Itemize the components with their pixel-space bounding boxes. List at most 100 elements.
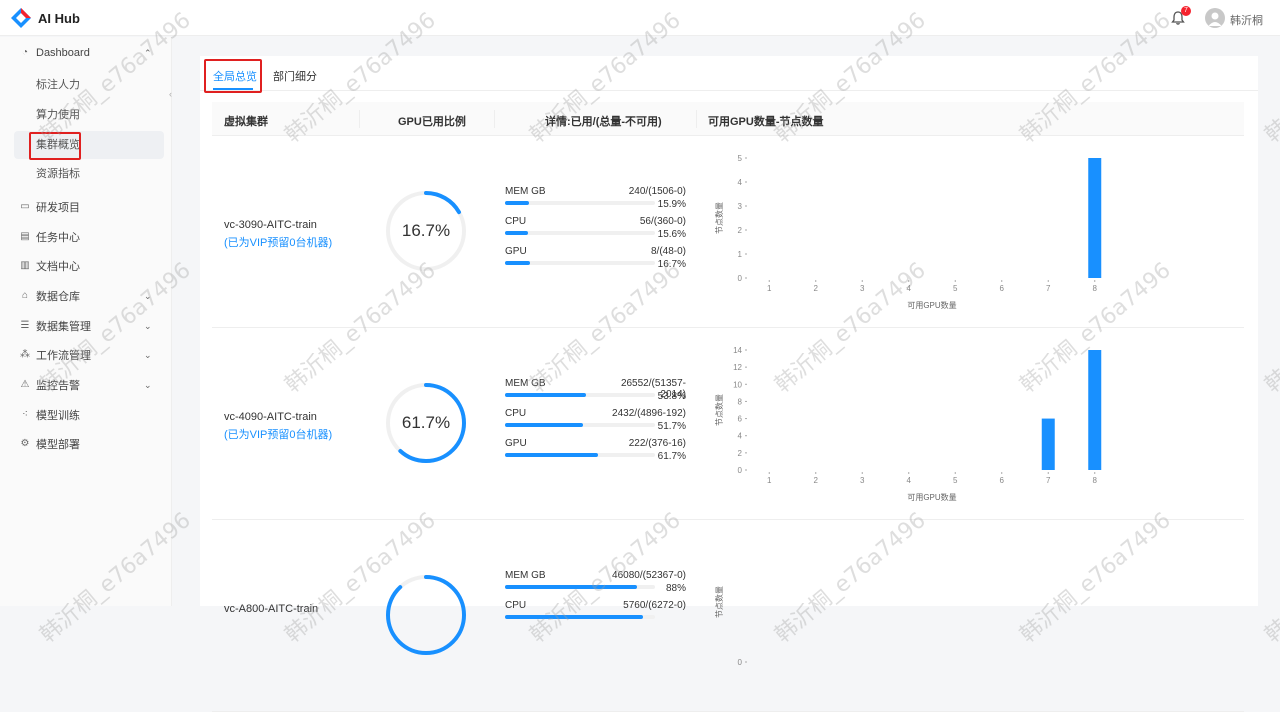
metric-progress-bar	[505, 615, 655, 619]
alert-icon: ⚠	[20, 379, 30, 390]
chart-xlabel: 可用GPU数量	[907, 300, 956, 310]
cluster-vip-note[interactable]: (已为VIP预留0台机器)	[224, 234, 332, 250]
sidebar-item-0[interactable]: ▭ 研发项目	[0, 194, 172, 220]
metric-progress-fill	[505, 453, 598, 457]
metric-progress-bar	[505, 201, 655, 205]
x-tick-label: 3	[860, 476, 865, 485]
y-tick-label: 12	[733, 363, 742, 372]
y-tick-label: 0	[738, 466, 743, 475]
x-tick-label: 2	[814, 476, 819, 485]
app-title: AI Hub	[38, 10, 80, 26]
chevron-down-icon: ⌄	[144, 379, 152, 390]
sidebar-item-label: 监控告警	[36, 380, 80, 392]
column-separator	[359, 110, 360, 128]
sidebar-item-7[interactable]: ⁖ 模型训练	[0, 402, 172, 428]
table-row: vc-4090-AITC-train (已为VIP预留0台机器) 61.7% MEM …	[212, 329, 1244, 520]
gpu-node-bar-chart: 节点数量024681012141 2 3 4 5 6 7 8可用GPU数量	[714, 346, 1102, 502]
y-tick-label: 5	[738, 154, 743, 163]
document-icon: ▥	[20, 260, 30, 271]
sidebar-item-label: 模型部署	[36, 439, 80, 451]
metric-progress-fill	[505, 615, 643, 619]
y-tick-label: 1	[738, 250, 743, 259]
chevron-up-icon: ⌃	[144, 47, 152, 58]
chevron-down-icon: ⌄	[144, 290, 152, 301]
user-avatar[interactable]	[1205, 8, 1225, 28]
column-header-details: 详情:已用/(总量-不可用)	[545, 116, 662, 128]
x-tick-label: 7	[1046, 284, 1051, 293]
table-header: 虚拟集群 GPU已用比例 详情:已用/(总量-不可用) 可用GPU数量-节点数量	[212, 102, 1244, 136]
metric-progress-fill	[505, 585, 637, 589]
sidebar-item-5[interactable]: ⁂ 工作流管理 ⌄	[0, 342, 172, 368]
metric-name: GPU	[505, 246, 527, 257]
y-tick-label: 6	[738, 415, 743, 424]
metric-name: CPU	[505, 408, 527, 419]
metric-value: 56/(360-0)	[639, 216, 686, 227]
sidebar-item-6[interactable]: ⚠ 监控告警 ⌄	[0, 372, 172, 398]
metric-percent: 61.7%	[657, 451, 686, 462]
y-tick-label: 0	[738, 274, 743, 283]
x-tick-label: 4	[907, 476, 912, 485]
sidebar-subitem-resource-metrics[interactable]: 资源指标	[36, 164, 80, 184]
metric-progress-bar	[505, 393, 655, 397]
metric-name: MEM GB	[505, 378, 546, 389]
sidebar-item-3[interactable]: ⌂ 数据仓库 ⌄	[0, 283, 172, 309]
y-tick-label: 4	[738, 432, 743, 441]
tab-department-breakdown[interactable]: 部门细分	[273, 68, 317, 84]
metric-progress-bar	[505, 261, 655, 265]
gpu-ratio-donut	[386, 575, 466, 655]
dashboard-gauge-icon: ◔	[21, 47, 29, 58]
app-logo[interactable]: AI Hub	[10, 7, 80, 29]
sidebar-collapse-chevron-icon[interactable]: ‹	[169, 89, 172, 99]
chart-ylabel: 节点数量	[714, 202, 724, 234]
metric-name: MEM GB	[505, 570, 546, 581]
metric-value: 46080/(52367-0)	[612, 570, 686, 581]
table-row: vc-3090-AITC-train (已为VIP预留0台机器) 16.7% MEM …	[212, 137, 1244, 328]
sidebar-item-8[interactable]: ⚙ 模型部署	[0, 431, 172, 457]
y-tick-label: 10	[733, 380, 742, 389]
gpu-node-bar-chart: 节点数量 0	[714, 586, 747, 667]
metric-progress-fill	[505, 201, 529, 205]
sidebar-subitem-labeling[interactable]: 标注人力	[36, 75, 80, 95]
column-separator	[696, 110, 697, 128]
model-deploy-icon: ⚙	[20, 438, 30, 449]
gpu-ratio-value: 61.7%	[401, 413, 451, 432]
user-avatar-icon	[1208, 12, 1222, 26]
x-tick-label: 8	[1093, 284, 1098, 293]
cluster-vip-note[interactable]: (已为VIP预留0台机器)	[224, 426, 332, 442]
model-train-icon: ⁖	[22, 409, 28, 420]
y-tick-label: 8	[738, 397, 743, 406]
metric-progress-fill	[505, 393, 586, 397]
x-tick-label: 1	[767, 284, 772, 293]
metric-value: 2432/(4896-192)	[612, 408, 686, 419]
metric-progress-fill	[505, 231, 529, 235]
sidebar-item-2[interactable]: ▥ 文档中心	[0, 253, 172, 279]
sidebar: ◔ Dashboard ⌃ ‹ 标注人力 算力使用 集群概览 资源指标 ▭ 研发项…	[0, 37, 172, 606]
sidebar-item-dashboard[interactable]: ◔ Dashboard ⌃	[0, 40, 172, 66]
metric-percent: 51.7%	[657, 421, 686, 432]
cluster-name: vc-4090-AITC-train	[224, 411, 317, 423]
column-header-gpu-ratio: GPU已用比例	[398, 116, 466, 128]
chart-ylabel: 节点数量	[714, 394, 724, 426]
y-tick-label: 2	[738, 449, 743, 458]
user-name[interactable]: 韩沂桐	[1230, 12, 1263, 28]
chart-ylabel: 节点数量	[714, 586, 724, 618]
metric-name: MEM GB	[505, 186, 546, 197]
x-tick-label: 6	[1000, 476, 1005, 485]
cluster-name: vc-3090-AITC-train	[224, 219, 317, 231]
metric-value: 222/(376-16)	[628, 438, 686, 449]
sidebar-item-1[interactable]: ▤ 任务中心	[0, 224, 172, 250]
x-tick-label: 3	[860, 284, 865, 293]
clipboard-icon: ▤	[20, 231, 30, 242]
gpu-ratio-value: 16.7%	[401, 221, 451, 240]
y-tick-label: 14	[733, 346, 742, 355]
sidebar-item-4[interactable]: ☰ 数据集管理 ⌄	[0, 313, 172, 339]
sidebar-subitem-compute-usage[interactable]: 算力使用	[36, 105, 80, 125]
sidebar-item-label: 研发项目	[36, 202, 80, 214]
top-bar: AI Hub 7 韩沂桐	[0, 0, 1280, 36]
chevron-down-icon: ⌄	[144, 320, 152, 331]
sidebar-item-label: 模型训练	[36, 410, 80, 422]
chart-xlabel: 可用GPU数量	[907, 492, 956, 502]
bar	[1041, 418, 1055, 470]
x-tick-label: 8	[1093, 476, 1098, 485]
metric-name: GPU	[505, 438, 527, 449]
